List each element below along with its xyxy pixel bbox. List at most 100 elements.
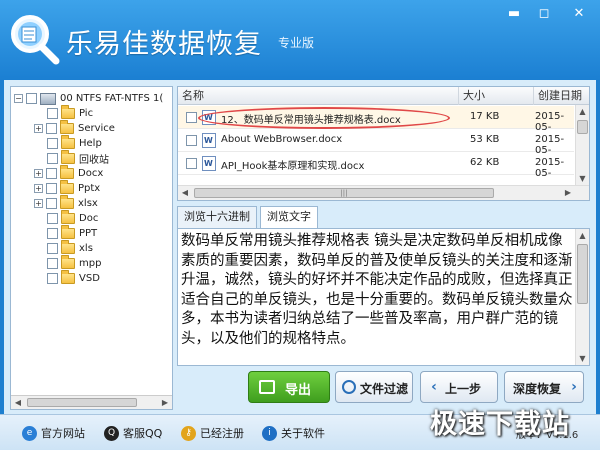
file-list-header: 名称 大小 创建日期 [178,87,589,105]
tree-folder-item[interactable]: VSD [47,270,100,286]
export-button[interactable]: 导出 [248,371,330,403]
tree-folder-item[interactable]: + xlsx [34,195,98,211]
scroll-left-icon[interactable]: ◀ [178,186,192,200]
file-size: 62 KB [470,157,500,168]
collapse-icon[interactable]: − [14,94,23,103]
tree-horizontal-scrollbar[interactable]: ◀ ▶ [11,395,172,409]
tab-text-view[interactable]: 浏览文字 [260,206,318,229]
scroll-thumb[interactable]: ||| [194,188,494,198]
tree-root-item[interactable]: − 00 NTFS FAT-NTFS 1( [14,91,163,106]
preview-vertical-scrollbar[interactable]: ▲ ▼ [575,229,589,365]
tree-folder-item[interactable]: 回收站 [47,150,109,166]
info-icon: i [262,425,277,441]
tree-checkbox[interactable] [46,183,57,194]
scroll-left-icon[interactable]: ◀ [11,396,25,409]
scroll-right-icon[interactable]: ▶ [158,396,172,409]
folder-icon [61,210,75,224]
tree-folder-label: VSD [79,273,100,284]
tree-checkbox[interactable] [47,243,58,254]
expand-icon[interactable]: + [34,169,43,178]
export-label: 导出 [285,383,312,398]
scroll-thumb[interactable] [577,244,588,304]
drive-icon [40,92,56,105]
file-filter-label: 文件过滤 [360,382,409,396]
table-row[interactable]: 12、数码单反常用镜头推荐规格表.docx 17 KB 2015-05- [178,106,574,133]
tree-folder-item[interactable]: mpp [47,255,101,271]
expand-icon[interactable]: + [34,184,43,193]
tree-checkbox[interactable] [47,138,58,149]
file-name: About WebBrowser.docx [221,134,343,145]
title-bar: 乐易佳数据恢复 专业版 ▬ ◻ ✕ [0,0,600,80]
folder-icon [60,165,74,179]
folder-icon [61,135,75,149]
column-header-name[interactable]: 名称 [178,87,459,105]
tree-folder-item[interactable]: + Pptx [34,180,100,196]
tree-checkbox[interactable] [47,273,58,284]
row-checkbox[interactable] [186,135,197,146]
expand-icon[interactable]: + [34,199,43,208]
tree-checkbox[interactable] [46,123,57,134]
file-list: 名称 大小 创建日期 12、数码单反常用镜头推荐规格表.docx 17 KB 2… [177,86,590,201]
search-icon [342,380,356,394]
tree-folder-item[interactable]: + Docx [34,165,103,181]
deep-recovery-button[interactable]: 深度恢复 › [504,371,584,403]
expand-icon[interactable]: + [34,124,43,133]
scroll-thumb[interactable] [27,398,137,407]
chevron-left-icon: ‹ [431,379,437,395]
tree-folder-item[interactable]: Pic [47,105,94,121]
close-button[interactable]: ✕ [562,3,596,25]
tree-checkbox[interactable] [47,153,58,164]
official-website-link[interactable]: e 官方网站 [22,425,85,441]
tree-checkbox[interactable] [26,93,37,104]
file-size: 53 KB [470,134,500,145]
word-document-icon [202,156,216,171]
tree-folder-label: Pic [79,108,94,119]
previous-step-label: 上一步 [445,382,482,396]
previous-step-button[interactable]: ‹ 上一步 [420,371,498,403]
highlight-annotation [198,107,450,129]
tree-folder-label: Help [79,138,102,149]
deep-recovery-label: 深度恢复 [513,382,562,396]
scroll-right-icon[interactable]: ▶ [561,186,575,200]
tree-checkbox[interactable] [47,213,58,224]
tree-checkbox[interactable] [47,258,58,269]
tree-folder-item[interactable]: xls [47,240,93,256]
maximize-button[interactable]: ◻ [530,3,558,25]
chevron-right-icon: › [571,379,577,395]
tree-folder-item[interactable]: Doc [47,210,98,226]
registered-link[interactable]: ⚷ 已经注册 [181,425,244,441]
about-software-link[interactable]: i 关于软件 [262,425,325,441]
file-filter-button[interactable]: 文件过滤 [335,371,413,403]
tree-folder-item[interactable]: Help [47,135,102,151]
scroll-up-icon[interactable]: ▲ [576,105,589,118]
export-icon [259,380,275,394]
column-header-size[interactable]: 大小 [459,87,534,105]
support-qq-link[interactable]: Q 客服QQ [104,425,162,441]
tree-checkbox[interactable] [47,108,58,119]
tree-checkbox[interactable] [47,228,58,239]
scroll-up-icon[interactable]: ▲ [576,229,589,242]
folder-tree[interactable]: − 00 NTFS FAT-NTFS 1( Pic + Service Help 回收站… [10,86,173,410]
file-list-horizontal-scrollbar[interactable]: ◀ ||| ▶ [178,185,589,200]
minimize-button[interactable]: ▬ [500,3,528,25]
scroll-thumb[interactable] [577,120,588,134]
tab-hex-view[interactable]: 浏览十六进制 [177,206,257,228]
tree-checkbox[interactable] [46,198,57,209]
file-name: API_Hook基本原理和实现.docx [221,161,365,172]
tree-folder-item[interactable]: PPT [47,225,97,241]
row-checkbox[interactable] [186,112,197,123]
ie-globe-icon: e [22,425,37,441]
column-header-date[interactable]: 创建日期 [534,87,589,105]
scroll-down-icon[interactable]: ▼ [576,172,589,185]
table-row[interactable]: API_Hook基本原理和实现.docx 62 KB 2015-05- [178,152,574,179]
row-checkbox[interactable] [186,158,197,169]
table-row[interactable]: About WebBrowser.docx 53 KB 2015-05- [178,129,574,156]
folder-icon [61,255,75,269]
tree-checkbox[interactable] [46,168,57,179]
file-list-vertical-scrollbar[interactable]: ▲ ▼ [575,105,589,185]
support-qq-label: 客服QQ [123,427,163,440]
file-size: 17 KB [470,111,500,122]
text-preview: 数码单反常用镜头推荐规格表 镜头是决定数码单反相机成像素质的重要因素，数码单反的… [177,228,590,366]
scroll-down-icon[interactable]: ▼ [576,352,589,365]
tree-folder-item[interactable]: + Service [34,120,115,136]
